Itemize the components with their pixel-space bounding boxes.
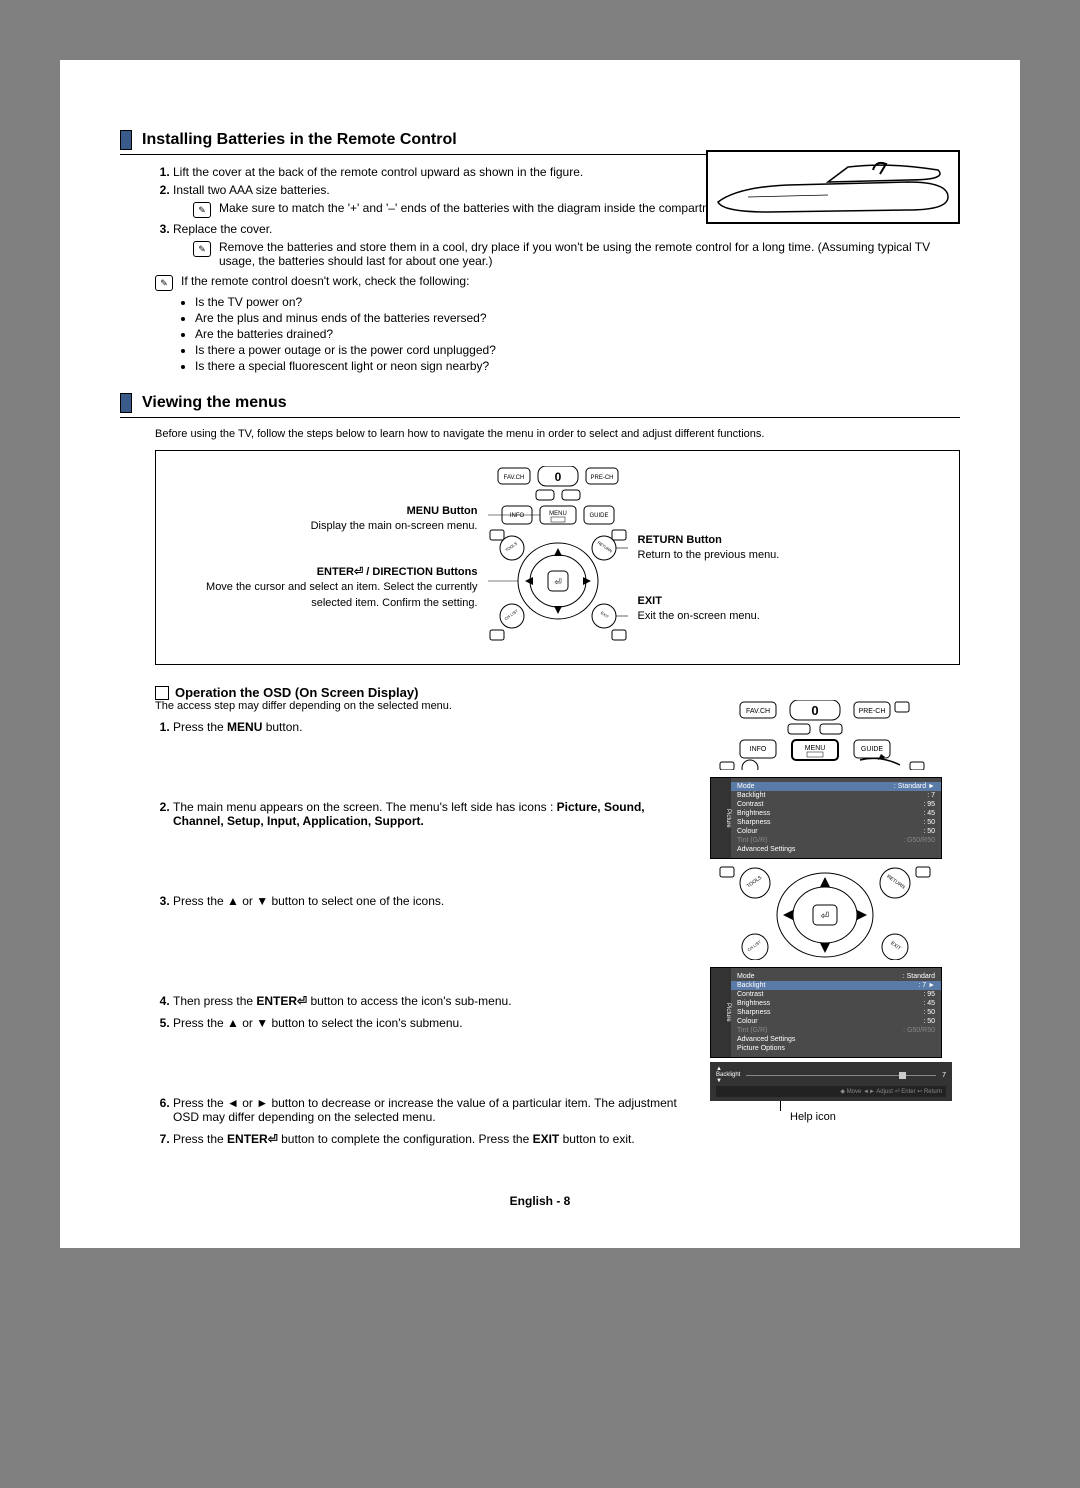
svg-text:MENU: MENU: [549, 511, 567, 517]
remote-cover-illustration: [706, 150, 960, 224]
help-icon-label: Help icon: [790, 1111, 960, 1123]
osd-step-5: Press the ▲ or ▼ button to select the ic…: [173, 1016, 690, 1030]
osd-step-4: Then press the ENTER⏎ button to access t…: [173, 994, 690, 1008]
svg-text:GUIDE: GUIDE: [589, 513, 608, 519]
svg-text:⏎: ⏎: [554, 577, 562, 587]
osd-step-1: Press the MENU button.: [173, 720, 690, 734]
small-remote-top: FAV.CH 0 PRE-CH INFO MENU: [710, 700, 940, 773]
osd-screenshot-2: Picture Mode: StandardBacklight: 7 ►Cont…: [710, 967, 942, 1058]
osd-screenshot-1: Picture Mode: Standard ►Backlight: 7Cont…: [710, 777, 942, 859]
page: Installing Batteries in the Remote Contr…: [60, 60, 1020, 1248]
osd-step-7: Press the ENTER⏎ button to complete the …: [173, 1132, 690, 1146]
section2-title: Viewing the menus: [142, 394, 287, 412]
svg-text:0: 0: [554, 470, 561, 484]
osd-step-2: The main menu appears on the screen. The…: [173, 800, 690, 828]
note-icon: ✎: [155, 275, 173, 291]
section2-intro: Before using the TV, follow the steps be…: [155, 428, 960, 440]
svg-text:MENU: MENU: [805, 745, 826, 752]
svg-text:GUIDE: GUIDE: [861, 746, 884, 753]
osd-subsection-header: Operation the OSD (On Screen Display): [155, 685, 960, 700]
troubleshoot-list: Is the TV power on? Are the plus and min…: [155, 295, 960, 373]
svg-text:⏎: ⏎: [821, 911, 829, 922]
svg-text:PRE-CH: PRE-CH: [859, 708, 886, 715]
svg-text:FAV.CH: FAV.CH: [503, 475, 524, 481]
osd-step-3: Press the ▲ or ▼ button to select one of…: [173, 894, 690, 908]
remote-center-buttons: FAV.CH 0 PRE-CH INFO MENU GUIDE: [488, 466, 628, 649]
small-remote-dpad: TOOLS RETURN ⏎ CH LIST: [710, 865, 940, 963]
svg-text:PRE-CH: PRE-CH: [590, 475, 613, 481]
section-bar-icon: [120, 130, 132, 150]
remote-buttons-diagram: MENU Button Display the main on-screen m…: [155, 450, 960, 665]
svg-text:0: 0: [811, 703, 818, 718]
svg-text:FAV.CH: FAV.CH: [746, 708, 770, 715]
section1-title: Installing Batteries in the Remote Contr…: [142, 131, 457, 149]
osd-step-6: Press the ◄ or ► button to decrease or i…: [173, 1096, 690, 1124]
note-icon: ✎: [193, 241, 211, 257]
note-icon: ✎: [193, 202, 211, 218]
backlight-slider: ▲ Backlight ▼ 7 ◆ Move ◄► Adjust ⏎ Enter…: [710, 1062, 952, 1101]
section2-header: Viewing the menus: [120, 393, 960, 418]
svg-text:INFO: INFO: [750, 746, 767, 753]
svg-text:INFO: INFO: [509, 513, 524, 519]
step-3: Replace the cover. ✎ Remove the batterie…: [173, 222, 960, 268]
page-footer: English - 8: [120, 1194, 960, 1208]
square-icon: [155, 686, 169, 700]
section-bar-icon: [120, 393, 132, 413]
